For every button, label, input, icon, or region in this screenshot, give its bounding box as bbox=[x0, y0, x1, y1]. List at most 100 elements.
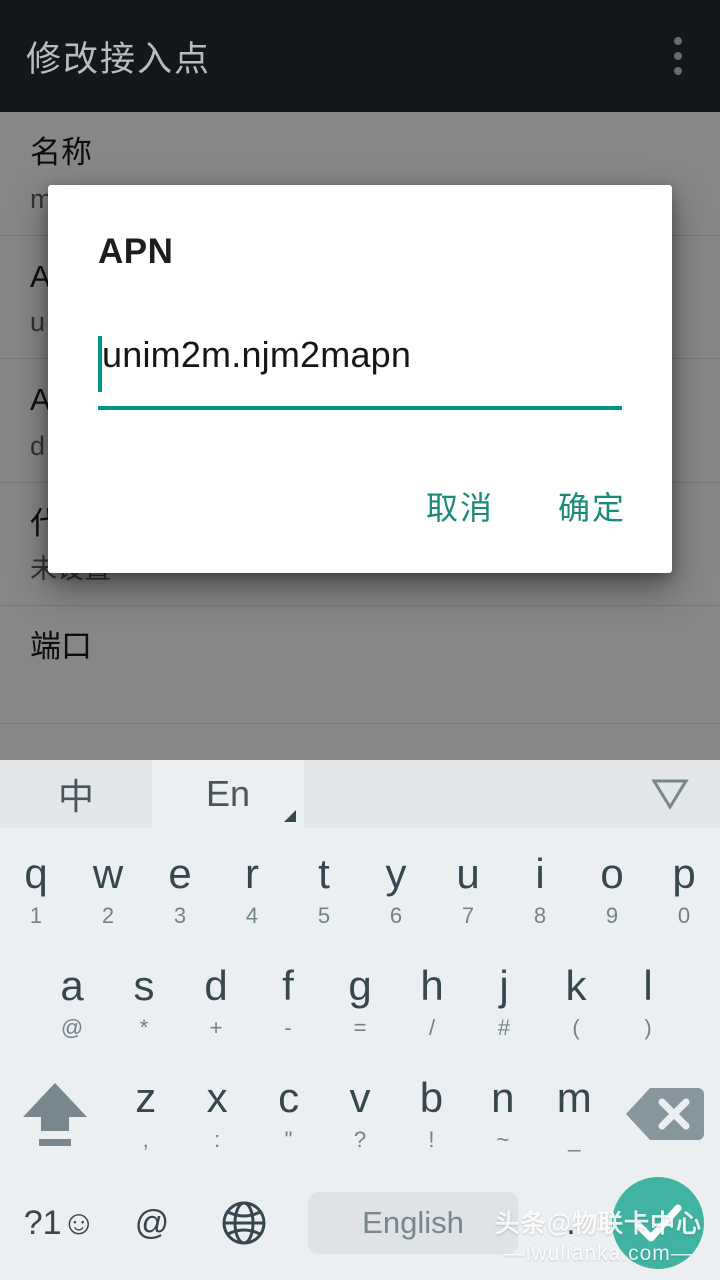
key-label: x bbox=[206, 1074, 228, 1121]
key-s[interactable]: s * bbox=[108, 946, 180, 1058]
more-dot bbox=[674, 52, 682, 60]
key-x[interactable]: x : bbox=[181, 1058, 252, 1170]
key-r[interactable]: r 4 bbox=[216, 834, 288, 946]
key-sublabel: " bbox=[284, 1127, 293, 1152]
key-t[interactable]: t 5 bbox=[288, 834, 360, 946]
key-e[interactable]: e 3 bbox=[144, 834, 216, 946]
key-label: y bbox=[385, 850, 407, 897]
key-label: w bbox=[92, 850, 124, 897]
keyboard-tab-label: 中 bbox=[57, 776, 94, 817]
key-sublabel: 5 bbox=[317, 903, 331, 928]
key-m[interactable]: m _ bbox=[539, 1058, 610, 1170]
key-sublabel: # bbox=[497, 1015, 511, 1040]
key-sublabel: 4 bbox=[245, 903, 259, 928]
chevron-down-icon[interactable] bbox=[620, 760, 720, 828]
key-k[interactable]: k ( bbox=[540, 946, 612, 1058]
key-sublabel: : bbox=[214, 1127, 221, 1152]
cancel-button[interactable]: 取消 bbox=[422, 477, 498, 535]
screen: 修改接入点 名称 m A u A d 代理 未设置 bbox=[0, 0, 720, 1280]
key-sublabel: ) bbox=[644, 1015, 652, 1040]
key-u[interactable]: u 7 bbox=[432, 834, 504, 946]
key-label: n bbox=[491, 1074, 515, 1121]
key-sublabel: + bbox=[209, 1015, 223, 1040]
key-sublabel: / bbox=[428, 1015, 436, 1040]
tab-corner-triangle-icon bbox=[284, 810, 296, 822]
key-label: f bbox=[282, 962, 294, 1009]
toolbar-spacer bbox=[304, 760, 620, 828]
key-n[interactable]: n ~ bbox=[467, 1058, 538, 1170]
keyboard-tab-chinese[interactable]: 中 bbox=[0, 760, 152, 828]
keyboard-row-2: a @ s * d + f - g = h / j # k (l) bbox=[0, 946, 720, 1058]
more-dot bbox=[674, 67, 682, 75]
apn-input[interactable] bbox=[98, 334, 622, 382]
key-f[interactable]: f - bbox=[252, 946, 324, 1058]
key-d[interactable]: d + bbox=[180, 946, 252, 1058]
shift-arrow-icon[interactable] bbox=[0, 1077, 110, 1151]
key-sublabel: 6 bbox=[389, 903, 403, 928]
key-sublabel: * bbox=[139, 1015, 149, 1040]
key-sublabel: , bbox=[142, 1127, 149, 1152]
space-key[interactable]: English bbox=[308, 1192, 518, 1254]
backspace-icon[interactable] bbox=[610, 1084, 720, 1144]
key-label: c bbox=[278, 1074, 300, 1121]
key-sublabel: = bbox=[353, 1015, 367, 1040]
key-o[interactable]: o 9 bbox=[576, 834, 648, 946]
globe-glyph bbox=[222, 1201, 266, 1245]
enter-key[interactable] bbox=[606, 1177, 710, 1269]
key-sublabel: - bbox=[284, 1015, 292, 1040]
apn-dialog: APN 取消 确定 bbox=[48, 185, 672, 573]
key-b[interactable]: b ! bbox=[396, 1058, 467, 1170]
key-q[interactable]: q 1 bbox=[0, 834, 72, 946]
key-z[interactable]: z , bbox=[110, 1058, 181, 1170]
key-a[interactable]: a @ bbox=[36, 946, 108, 1058]
symbols-key[interactable]: ?1☺ bbox=[14, 1204, 106, 1243]
key-w[interactable]: w 2 bbox=[72, 834, 144, 946]
input-underline bbox=[98, 406, 622, 410]
key-label: e bbox=[168, 850, 192, 897]
key-c[interactable]: c " bbox=[253, 1058, 324, 1170]
key-label: o bbox=[600, 850, 624, 897]
app-bar: 修改接入点 bbox=[0, 0, 720, 112]
key-label: d bbox=[204, 962, 228, 1009]
key-sublabel: ( bbox=[572, 1015, 580, 1040]
at-key[interactable]: @ bbox=[106, 1204, 198, 1243]
key-label: j bbox=[499, 962, 509, 1009]
key-label: u bbox=[456, 850, 480, 897]
key-label: t bbox=[318, 850, 330, 897]
key-sublabel: 3 bbox=[173, 903, 187, 928]
key-sublabel: 2 bbox=[101, 903, 115, 928]
key-y[interactable]: y 6 bbox=[360, 834, 432, 946]
key-l[interactable]: l ) bbox=[612, 946, 684, 1058]
globe-icon[interactable] bbox=[198, 1199, 290, 1247]
ok-button[interactable]: 确定 bbox=[554, 477, 630, 535]
more-vertical-icon[interactable] bbox=[666, 28, 690, 84]
check-glyph bbox=[634, 1204, 682, 1242]
key-sublabel: ! bbox=[428, 1127, 435, 1152]
key-sublabel: @ bbox=[60, 1015, 84, 1040]
key-label: z bbox=[135, 1074, 157, 1121]
key-label: v bbox=[349, 1074, 371, 1121]
more-dot bbox=[674, 37, 682, 45]
shift-glyph bbox=[23, 1083, 88, 1146]
backspace-glyph bbox=[625, 1088, 704, 1140]
key-g[interactable]: g = bbox=[324, 946, 396, 1058]
key-sublabel: 7 bbox=[461, 903, 475, 928]
dialog-actions: 取消 确定 bbox=[422, 477, 630, 535]
key-sublabel: ~ bbox=[496, 1127, 510, 1152]
key-label: k bbox=[565, 962, 587, 1009]
period-key[interactable]: . bbox=[536, 1204, 606, 1243]
key-label: a bbox=[60, 962, 84, 1009]
key-h[interactable]: h / bbox=[396, 946, 468, 1058]
text-caret bbox=[98, 336, 102, 392]
keyboard-tab-english[interactable]: En bbox=[152, 760, 304, 828]
key-label: g bbox=[348, 962, 372, 1009]
key-i[interactable]: i 8 bbox=[504, 834, 576, 946]
key-sublabel: 9 bbox=[605, 903, 619, 928]
dialog-title: APN bbox=[98, 232, 174, 271]
key-v[interactable]: v ? bbox=[324, 1058, 395, 1170]
key-label: r bbox=[245, 850, 259, 897]
key-j[interactable]: j # bbox=[468, 946, 540, 1058]
key-label: s bbox=[133, 962, 155, 1009]
key-p[interactable]: p 0 bbox=[648, 834, 720, 946]
key-label: q bbox=[24, 850, 48, 897]
